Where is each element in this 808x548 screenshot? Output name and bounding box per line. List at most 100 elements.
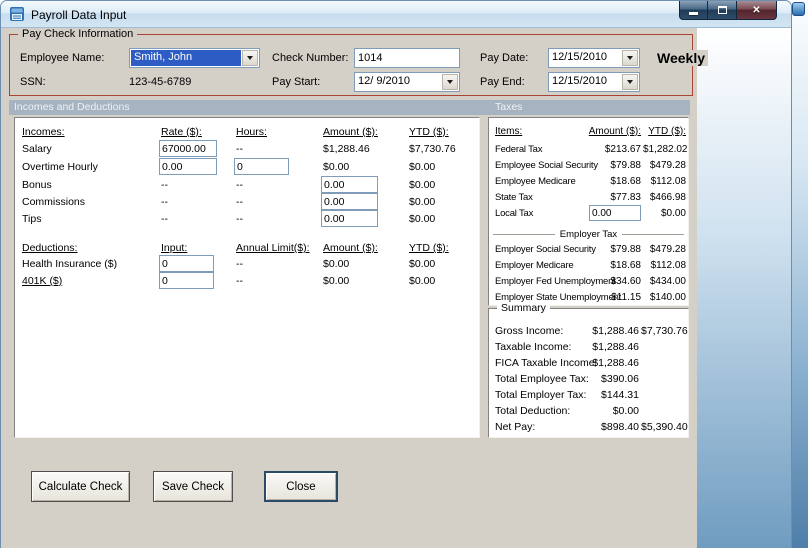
income-rate: -- — [161, 196, 168, 208]
summary-label: Taxable Income: — [495, 341, 572, 353]
paycheck-info-group: Pay Check Information Employee Name: Smi… — [9, 28, 708, 96]
tax-amount: $79.88 — [610, 244, 641, 255]
calculate-check-button[interactable]: Calculate Check — [31, 471, 130, 502]
check-number-input[interactable] — [354, 48, 460, 68]
pay-end-dropdown-arrow-icon[interactable] — [622, 74, 638, 90]
incomes-col-header-amount: Amount ($): — [323, 126, 378, 138]
summary-amount: $898.40 — [601, 421, 639, 433]
deduction-ytd: $0.00 — [409, 275, 436, 287]
minimize-icon — [689, 12, 698, 15]
income-row-salary: Salary -- $1,288.46 $7,730.76 — [15, 143, 479, 156]
pay-start-label: Pay Start: — [272, 76, 321, 88]
incomes-deductions-panel: Incomes: Rate ($): Hours: Amount ($): YT… — [14, 117, 480, 438]
summary-row-fica: FICA Taxable Income: $1,288.46 — [489, 357, 688, 370]
income-row-bonus: Bonus -- -- $0.00 — [15, 179, 479, 192]
title-bar[interactable]: Payroll Data Input — [1, 1, 791, 28]
tax-amount: $79.88 — [610, 160, 641, 171]
tax-ytd: $479.28 — [649, 160, 686, 171]
employer-tax-separator: Employer Tax — [493, 228, 684, 241]
desktop: { "window": { "title": "Payroll Data Inp… — [0, 0, 808, 548]
taxes-col-header-ytd: YTD ($): — [648, 126, 686, 137]
deduction-amount: $0.00 — [323, 275, 350, 287]
income-label: Bonus — [22, 179, 52, 191]
income-row-commissions: Commissions -- -- $0.00 — [15, 196, 479, 209]
income-label: Overtime Hourly — [22, 161, 98, 173]
pay-start-dropdown-arrow-icon[interactable] — [442, 74, 458, 90]
income-hours: -- — [236, 213, 243, 225]
summary-row-taxable: Taxable Income: $1,288.46 — [489, 341, 688, 354]
deduction-limit: -- — [236, 275, 243, 287]
summary-amount: $1,288.46 — [592, 357, 639, 369]
tax-ytd: $112.08 — [650, 176, 686, 187]
pay-date-dropdown-arrow-icon[interactable] — [622, 50, 638, 66]
tax-amount: $213.67 — [604, 144, 641, 155]
tax-amount: $77.83 — [610, 192, 641, 203]
deductions-col-header-amount: Amount ($): — [323, 242, 378, 254]
window-controls — [679, 1, 777, 20]
health-insurance-input[interactable] — [159, 255, 214, 272]
window-client-area: Pay Check Information Employee Name: Smi… — [1, 28, 791, 548]
tips-amount-input[interactable] — [321, 210, 378, 227]
deduction-limit: -- — [236, 258, 243, 270]
tax-ytd: $479.28 — [649, 244, 686, 255]
pay-end-dropdown[interactable]: 12/15/2010 — [548, 72, 640, 92]
close-window-button[interactable] — [736, 1, 777, 20]
summary-amount: $1,288.46 — [592, 341, 639, 353]
minimize-button[interactable] — [679, 1, 708, 20]
paycheck-group-label: Pay Check Information — [18, 28, 138, 40]
summary-row-net-pay: Net Pay: $898.40 $5,390.40 — [489, 421, 688, 434]
desktop-icon[interactable] — [792, 2, 805, 16]
bonus-amount-input[interactable] — [321, 176, 378, 193]
income-row-tips: Tips -- -- $0.00 — [15, 213, 479, 226]
deductions-col-header-ytd: YTD ($): — [409, 242, 449, 254]
save-check-button[interactable]: Save Check — [153, 471, 233, 502]
local-tax-input[interactable] — [589, 205, 641, 221]
income-label: Tips — [22, 213, 42, 225]
summary-amount: $1,288.46 — [592, 325, 639, 337]
section-header-bar: Incomes and Deductions Taxes — [9, 100, 690, 115]
deduction-ytd: $0.00 — [409, 258, 436, 270]
summary-group-label: Summary — [497, 302, 550, 314]
overtime-rate-input[interactable] — [159, 158, 217, 175]
taxes-col-header-amount: Amount ($): — [588, 126, 641, 137]
deductions-col-header-limit: Annual Limit($): — [236, 242, 310, 254]
overtime-hours-input[interactable] — [234, 158, 289, 175]
summary-row-gross: Gross Income: $1,288.46 $7,730.76 — [489, 325, 688, 338]
summary-row-total-employee-tax: Total Employee Tax: $390.06 — [489, 373, 688, 386]
tax-ytd: $1,282.02 — [643, 144, 688, 155]
incomes-col-header-rate: Rate ($): — [161, 126, 202, 138]
tax-row-state: State Tax $77.83 $466.98 — [489, 192, 688, 205]
employee-name-dropdown-arrow-icon[interactable] — [242, 50, 258, 66]
income-ytd: $0.00 — [409, 179, 436, 191]
maximize-button[interactable] — [708, 1, 736, 20]
401k-input[interactable] — [159, 272, 214, 289]
summary-label: Net Pay: — [495, 421, 536, 433]
deduction-401k-link[interactable]: 401K ($) — [22, 275, 62, 287]
salary-rate-input[interactable] — [159, 140, 217, 157]
tax-amount: $11.15 — [611, 292, 641, 303]
tax-label: Employer Medicare — [495, 260, 574, 271]
pay-date-value: 12/15/2010 — [552, 51, 608, 63]
tax-row-employee-medicare: Employee Medicare $18.68 $112.08 — [489, 176, 688, 189]
income-ytd: $0.00 — [409, 161, 436, 173]
close-button[interactable]: Close — [264, 471, 338, 502]
income-hours: -- — [236, 143, 243, 155]
commissions-amount-input[interactable] — [321, 193, 378, 210]
summary-amount: $390.06 — [601, 373, 639, 385]
ssn-value: 123-45-6789 — [129, 76, 192, 88]
income-label: Salary — [22, 143, 52, 155]
employee-name-value: Smith, John — [131, 50, 241, 66]
summary-row-total-employer-tax: Total Employer Tax: $144.31 — [489, 389, 688, 402]
deductions-col-header-name: Deductions: — [22, 242, 78, 254]
income-ytd: $7,730.76 — [409, 143, 456, 155]
deductions-header-row: Deductions: Input: Annual Limit($): Amou… — [15, 242, 479, 255]
taxes-col-header-items: Items: — [495, 126, 523, 137]
pay-date-dropdown[interactable]: 12/15/2010 — [548, 48, 640, 68]
employee-name-dropdown[interactable]: Smith, John — [129, 48, 260, 68]
pay-start-dropdown[interactable]: 12/ 9/2010 — [354, 72, 460, 92]
summary-label: Total Deduction: — [495, 405, 571, 417]
employee-name-label: Employee Name: — [20, 52, 105, 64]
incomes-header-row: Incomes: Rate ($): Hours: Amount ($): YT… — [15, 126, 479, 139]
tax-label: Employer Social Security — [495, 244, 596, 255]
tax-row-employer-medicare: Employer Medicare $18.68 $112.08 — [489, 260, 688, 273]
